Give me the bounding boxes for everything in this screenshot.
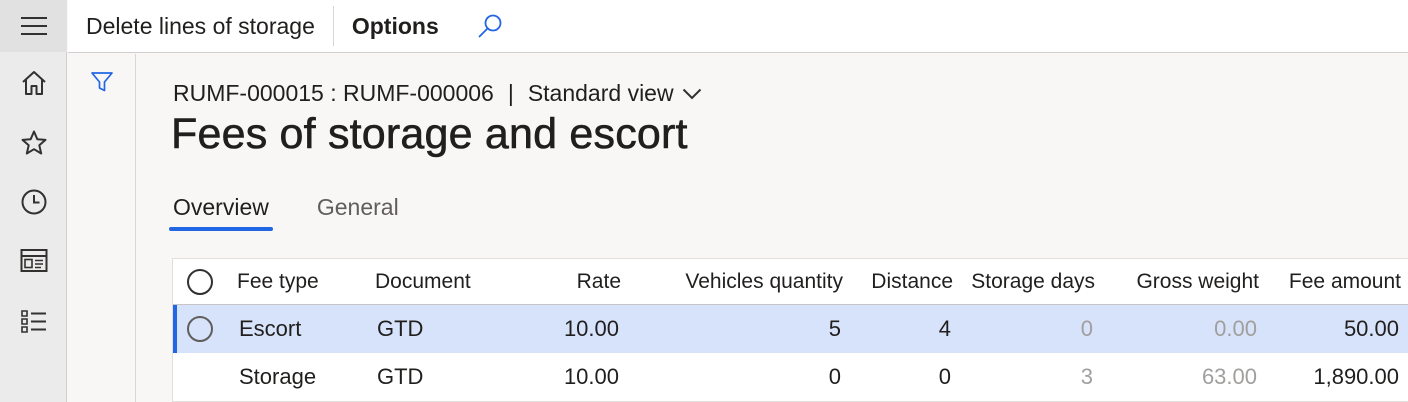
selected-row-marker — [173, 305, 177, 353]
search-button[interactable] — [457, 0, 525, 53]
page-title: Fees of storage and escort — [171, 110, 688, 159]
recent-button[interactable] — [0, 174, 67, 230]
hamburger-menu-button[interactable] — [0, 0, 67, 52]
cell-fee-amount[interactable]: 50.00 — [1269, 305, 1399, 353]
main-content: RUMF-000015 : RUMF-000006 | Standard vie… — [137, 54, 1408, 402]
options-button[interactable]: Options — [334, 0, 457, 53]
filter-pane — [68, 54, 136, 402]
favorites-button[interactable] — [0, 115, 67, 171]
column-header-distance[interactable]: Distance — [853, 259, 953, 304]
table-row[interactable]: Storage GTD 10.00 0 0 3 63.00 1,890.00 — [173, 353, 1408, 401]
fees-grid: Fee type Document Rate Vehicles quantity… — [172, 258, 1408, 402]
breadcrumb: RUMF-000015 : RUMF-000006 | Standard vie… — [173, 80, 702, 107]
search-icon — [478, 14, 502, 38]
home-button[interactable] — [0, 55, 67, 111]
tab-general[interactable]: General — [315, 192, 401, 231]
chevron-down-icon — [682, 88, 701, 99]
navigation-rail — [0, 0, 67, 402]
cell-fee-amount[interactable]: 1,890.00 — [1269, 353, 1399, 401]
cell-fee-type[interactable]: Storage — [239, 353, 316, 401]
workspaces-button[interactable] — [0, 233, 67, 289]
delete-lines-of-storage-button[interactable]: Delete lines of storage — [68, 0, 333, 53]
row-select-radio[interactable] — [187, 305, 213, 353]
cell-rate[interactable]: 10.00 — [503, 353, 619, 401]
cell-storage-days: 3 — [1080, 364, 1093, 389]
column-header-fee-type[interactable]: Fee type — [237, 259, 319, 304]
record-caption: RUMF-000015 : RUMF-000006 — [173, 80, 494, 106]
column-header-rate[interactable]: Rate — [503, 259, 621, 304]
select-all-radio-circle — [187, 268, 213, 295]
filter-button[interactable] — [88, 68, 116, 96]
breadcrumb-separator: | — [507, 80, 514, 106]
view-selector[interactable]: Standard view — [528, 80, 702, 107]
column-header-vehicles-quantity[interactable]: Vehicles quantity — [643, 259, 843, 304]
action-pane: Delete lines of storage Options — [68, 0, 1408, 53]
cell-distance[interactable]: 0 — [853, 353, 951, 401]
cell-gross-weight: 63.00 — [1201, 364, 1257, 389]
cell-document[interactable]: GTD — [377, 353, 423, 401]
star-icon — [21, 130, 46, 155]
cell-vehicles-quantity[interactable]: 0 — [643, 353, 841, 401]
row-select-radio-circle — [187, 316, 213, 342]
home-icon — [21, 71, 46, 95]
select-all-radio[interactable] — [187, 259, 213, 304]
cell-fee-type[interactable]: Escort — [239, 305, 301, 353]
workspace-icon — [20, 249, 47, 272]
tab-overview[interactable]: Overview — [169, 192, 273, 231]
cell-document[interactable]: GTD — [377, 305, 423, 353]
cell-vehicles-quantity[interactable]: 5 — [643, 305, 841, 353]
column-header-fee-amount[interactable]: Fee amount — [1269, 259, 1401, 304]
tab-strip: Overview General — [169, 192, 445, 231]
clock-icon — [21, 189, 46, 215]
view-selector-label: Standard view — [527, 80, 674, 106]
list-icon — [20, 310, 46, 333]
column-header-document[interactable]: Document — [375, 259, 471, 304]
cell-distance[interactable]: 4 — [853, 305, 951, 353]
column-header-gross-weight[interactable]: Gross weight — [1103, 259, 1259, 304]
grid-header-row: Fee type Document Rate Vehicles quantity… — [173, 259, 1408, 305]
cell-gross-weight: 0.00 — [1214, 316, 1257, 341]
hamburger-icon — [20, 17, 47, 35]
column-header-storage-days[interactable]: Storage days — [959, 259, 1095, 304]
cell-rate[interactable]: 10.00 — [503, 305, 619, 353]
cell-storage-days: 0 — [1080, 316, 1093, 341]
modules-button[interactable] — [0, 293, 67, 349]
filter-icon — [91, 72, 113, 92]
table-row[interactable]: Escort GTD 10.00 5 4 0 0.00 50.00 — [173, 305, 1408, 353]
